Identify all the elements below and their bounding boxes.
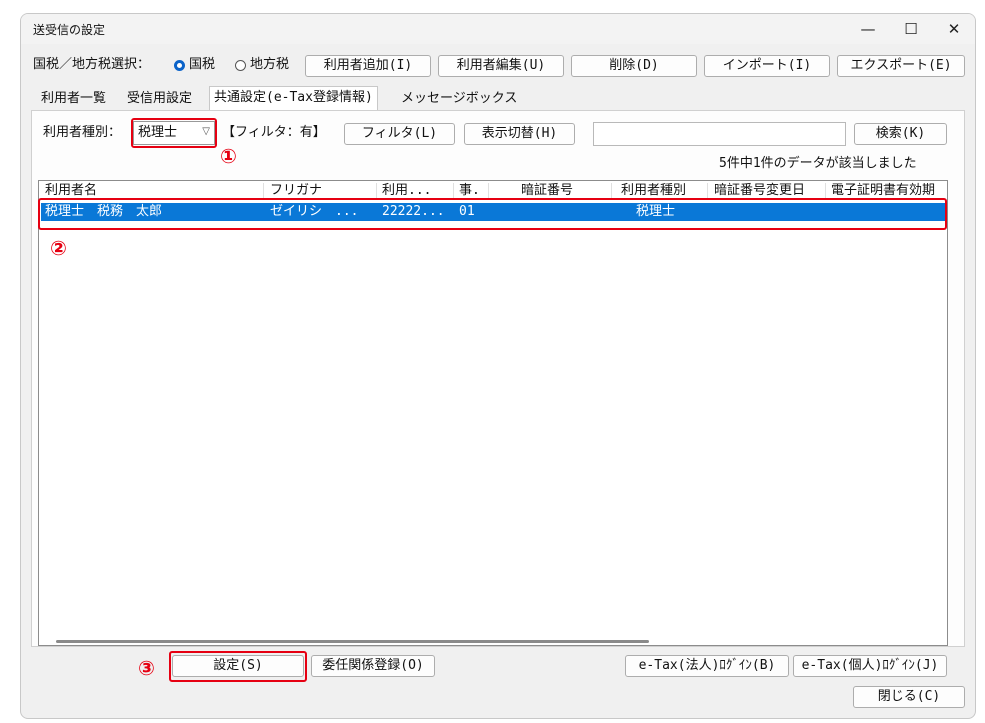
annotation-marker-2: ② [50, 236, 67, 260]
import-button[interactable]: インポート(I) [704, 55, 830, 77]
radio-national-label[interactable]: 国税 [189, 55, 215, 75]
window-title: 送受信の設定 [33, 23, 106, 37]
user-list[interactable]: 利用者名 フリガナ 利用... 事. 暗証番号 利用者種別 暗証番号変更日 電子… [38, 180, 948, 646]
result-count: 5件中1件のデータが該当しました [719, 156, 917, 171]
delegation-button[interactable]: 委任関係登録(O) [311, 655, 435, 677]
column-divider[interactable] [263, 183, 264, 199]
column-divider[interactable] [707, 183, 708, 199]
column-divider[interactable] [611, 183, 612, 199]
export-button[interactable]: エクスポート(E) [837, 55, 965, 77]
close-icon[interactable]: ✕ [934, 17, 974, 41]
minimize-icon[interactable]: — [848, 17, 888, 41]
edit-user-button[interactable]: 利用者編集(U) [438, 55, 564, 77]
annotation-box-1 [131, 118, 217, 148]
column-divider[interactable] [488, 183, 489, 199]
annotation-box-2 [38, 198, 947, 230]
title-bar: 送受信の設定 — ☐ ✕ [21, 14, 975, 44]
user-type-label: 利用者種別： [43, 125, 122, 140]
etax-personal-login-button[interactable]: e-Tax(個人)ﾛｸﾞｲﾝ(J) [793, 655, 947, 677]
horizontal-scrollbar[interactable] [56, 640, 649, 643]
close-button[interactable]: 閉じる(C) [853, 686, 965, 708]
column-divider[interactable] [376, 183, 377, 199]
column-divider[interactable] [825, 183, 826, 199]
search-input[interactable] [593, 122, 846, 146]
filter-status: 【フィルタ：有】 [222, 125, 326, 140]
tab-message-box[interactable]: メッセージボックス [397, 88, 521, 110]
delete-button[interactable]: 削除(D) [571, 55, 697, 77]
search-button[interactable]: 検索(K) [854, 123, 947, 145]
annotation-box-3 [169, 651, 307, 682]
tab-receive-settings[interactable]: 受信用設定 [123, 88, 196, 110]
annotation-marker-3: ③ [138, 656, 155, 680]
filter-button[interactable]: フィルタ(L) [344, 123, 455, 145]
maximize-icon[interactable]: ☐ [891, 17, 931, 41]
tab-common-settings[interactable]: 共通設定(e-Tax登録情報) [209, 86, 378, 112]
radio-local[interactable] [235, 60, 246, 71]
radio-local-label[interactable]: 地方税 [250, 55, 289, 75]
settings-dialog: 送受信の設定 — ☐ ✕ 国税／地方税選択： 国税 地方税 利用者追加(I) 利… [20, 13, 976, 719]
tab-user-list[interactable]: 利用者一覧 [37, 88, 110, 110]
column-divider[interactable] [453, 183, 454, 199]
radio-national[interactable] [174, 60, 185, 71]
toggle-display-button[interactable]: 表示切替(H) [464, 123, 575, 145]
tax-select-label: 国税／地方税選択： [33, 57, 151, 72]
etax-corp-login-button[interactable]: e-Tax(法人)ﾛｸﾞｲﾝ(B) [625, 655, 789, 677]
annotation-marker-1: ① [220, 144, 237, 168]
add-user-button[interactable]: 利用者追加(I) [305, 55, 431, 77]
